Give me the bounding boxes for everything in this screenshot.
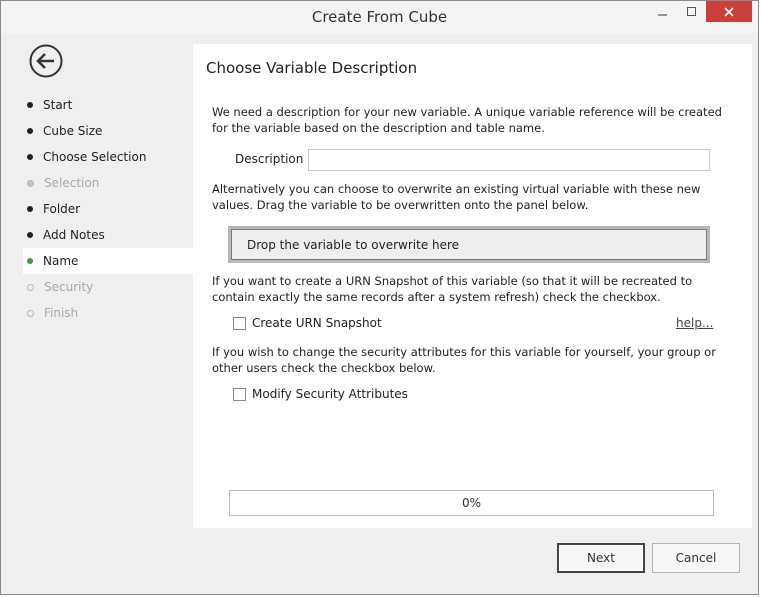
step-bullet-icon xyxy=(27,206,33,212)
security-attributes-row[interactable]: Modify Security Attributes xyxy=(233,387,408,401)
step-bullet-icon xyxy=(27,128,33,134)
minimize-button[interactable] xyxy=(649,1,677,23)
step-bullet-icon xyxy=(27,179,34,187)
drop-zone-label: Drop the variable to overwrite here xyxy=(231,229,707,260)
wizard-steps: Start Cube Size Choose Selection Selecti… xyxy=(23,92,193,326)
dialog-window: Create From Cube Start Cube Size Choose … xyxy=(0,0,759,595)
step-label: Security xyxy=(44,280,94,294)
next-button[interactable]: Next xyxy=(557,543,645,573)
back-button[interactable] xyxy=(29,44,63,78)
step-bullet-icon xyxy=(27,102,33,108)
help-link[interactable]: help... xyxy=(676,316,713,330)
step-security: Security xyxy=(23,274,193,300)
page-title: Choose Variable Description xyxy=(206,59,418,77)
description-input[interactable] xyxy=(308,149,710,171)
step-label: Finish xyxy=(44,306,79,320)
step-add-notes[interactable]: Add Notes xyxy=(23,222,193,248)
close-icon xyxy=(724,6,734,17)
maximize-button[interactable] xyxy=(679,1,705,23)
step-bullet-icon xyxy=(27,309,34,317)
step-selection: Selection xyxy=(23,170,193,196)
cancel-button[interactable]: Cancel xyxy=(652,543,740,573)
intro-text: We need a description for your new varia… xyxy=(212,105,722,135)
step-label: Selection xyxy=(44,176,100,190)
back-arrow-icon xyxy=(29,44,63,78)
security-attributes-checkbox[interactable] xyxy=(233,387,246,401)
step-bullet-icon xyxy=(27,283,34,291)
step-bullet-icon xyxy=(27,232,33,238)
step-label: Choose Selection xyxy=(43,150,147,164)
minimize-icon xyxy=(658,14,667,16)
step-label: Start xyxy=(43,98,73,112)
progress-bar: 0% xyxy=(229,490,714,516)
step-choose-selection[interactable]: Choose Selection xyxy=(23,144,193,170)
step-label: Folder xyxy=(43,202,81,216)
urn-text: If you want to create a URN Snapshot of … xyxy=(212,274,693,304)
overwrite-drop-zone[interactable]: Drop the variable to overwrite here xyxy=(228,226,710,263)
overwrite-text: Alternatively you can choose to overwrit… xyxy=(212,182,701,212)
close-button[interactable] xyxy=(706,1,752,22)
step-label: Name xyxy=(43,254,79,268)
step-bullet-icon xyxy=(27,258,33,264)
security-text: If you wish to change the security attri… xyxy=(212,345,716,375)
description-label: Description xyxy=(235,152,304,166)
step-bullet-icon xyxy=(27,154,33,160)
step-start[interactable]: Start xyxy=(23,92,193,118)
window-title: Create From Cube xyxy=(311,8,448,26)
content-panel: Choose Variable Description We need a de… xyxy=(193,44,752,528)
maximize-icon xyxy=(687,7,696,16)
step-label: Cube Size xyxy=(43,124,103,138)
urn-snapshot-checkbox[interactable] xyxy=(233,316,246,330)
urn-snapshot-row[interactable]: Create URN Snapshot xyxy=(233,316,382,330)
security-attributes-label: Modify Security Attributes xyxy=(252,387,408,401)
progress-text: 0% xyxy=(461,496,482,510)
step-folder[interactable]: Folder xyxy=(23,196,193,222)
step-name[interactable]: Name xyxy=(23,248,193,274)
step-cube-size[interactable]: Cube Size xyxy=(23,118,193,144)
urn-snapshot-label: Create URN Snapshot xyxy=(252,316,382,330)
step-label: Add Notes xyxy=(43,228,105,242)
step-finish: Finish xyxy=(23,300,193,326)
wizard-sidebar: Start Cube Size Choose Selection Selecti… xyxy=(23,44,193,528)
title-bar: Create From Cube xyxy=(1,1,758,33)
